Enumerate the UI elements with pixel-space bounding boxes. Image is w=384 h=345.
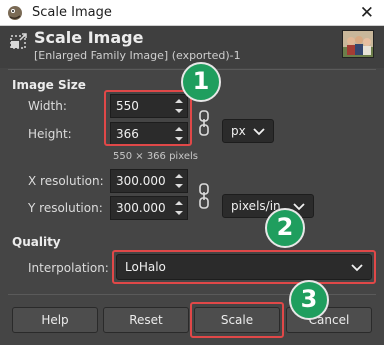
unit-value: px: [231, 124, 246, 138]
pixels-summary: 550 × 366 pixels: [113, 151, 198, 162]
window-titlebar: Scale Image ✕: [0, 0, 384, 26]
dialog-header: Scale Image [Enlarged Family Image] (exp…: [0, 26, 384, 68]
dialog-title: Scale Image: [34, 28, 144, 47]
interpolation-label: Interpolation:: [28, 261, 109, 275]
y-resolution-spin-arrows-icon[interactable]: [173, 198, 185, 218]
help-button[interactable]: Help: [12, 307, 98, 333]
scale-image-icon: [10, 33, 27, 49]
interpolation-highlight: [112, 250, 376, 284]
step-marker-3: 3: [289, 280, 329, 320]
close-icon[interactable]: ✕: [360, 3, 374, 23]
step-marker-2: 2: [265, 208, 305, 248]
reset-button[interactable]: Reset: [103, 307, 189, 333]
window-title: Scale Image: [32, 5, 112, 20]
chain-link-icon[interactable]: [197, 110, 211, 136]
chevron-down-icon: [253, 128, 265, 136]
width-label: Width:: [28, 99, 67, 113]
dialog-subtitle: [Enlarged Family Image] (exported)-1: [34, 49, 241, 62]
resolution-chain-link-icon[interactable]: [197, 183, 211, 209]
y-resolution-label: Y resolution:: [28, 201, 103, 215]
gimp-app-icon: [8, 6, 22, 20]
width-height-highlight: [104, 90, 192, 146]
y-resolution-value: 300.000: [116, 201, 166, 215]
x-resolution-spin-arrows-icon[interactable]: [173, 171, 185, 191]
x-resolution-value: 300.000: [116, 174, 166, 188]
y-resolution-field[interactable]: 300.000: [110, 196, 188, 220]
height-label: Height:: [28, 127, 72, 141]
image-size-heading: Image Size: [12, 78, 86, 92]
step-marker-1: 1: [181, 62, 221, 102]
x-resolution-label: X resolution:: [28, 174, 104, 188]
x-resolution-field[interactable]: 300.000: [110, 169, 188, 193]
quality-heading: Quality: [12, 235, 61, 249]
unit-select[interactable]: px: [222, 119, 274, 143]
image-thumbnail: [342, 30, 374, 58]
scale-button-highlight: [190, 302, 284, 338]
